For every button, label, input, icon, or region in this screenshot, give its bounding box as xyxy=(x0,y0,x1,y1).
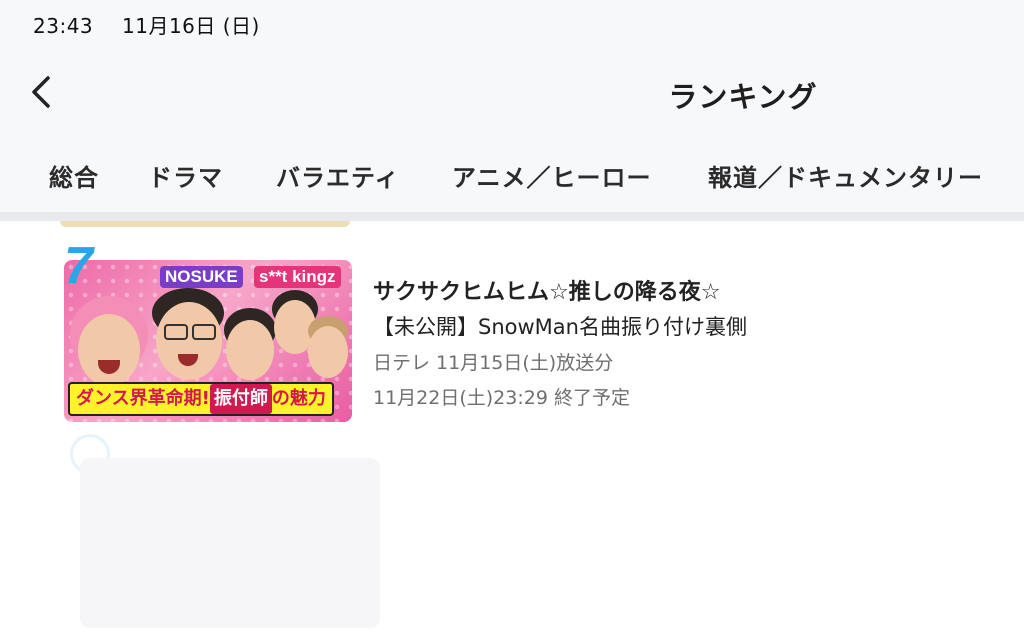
screen: 23:43 11月16日 (日) ランキング 総合 ドラマ バラエティ アニメ／… xyxy=(0,0,1024,637)
ranking-list-item[interactable]: NOSUKE s**t kingz ダンス界革命期! 振付師 の魅力 サクサクヒムヒ… xyxy=(0,240,1024,430)
program-thumbnail: NOSUKE s**t kingz ダンス界革命期! 振付師 の魅力 xyxy=(64,260,352,422)
episode-subtitle: 【未公開】SnowMan名曲振り付け裏側 xyxy=(373,315,747,339)
page-title: ランキング xyxy=(668,80,818,114)
status-time: 23:43 xyxy=(33,14,94,38)
streaming-end-info: 11月22日(土)23:29 終了予定 xyxy=(373,387,630,409)
category-tab-bar: 総合 ドラマ バラエティ アニメ／ヒーロー 報道／ドキュメンタリー xyxy=(0,150,1024,218)
tab-drama[interactable]: ドラマ xyxy=(148,158,223,193)
thumbnail-caption: ダンス界革命期! 振付師 の魅力 xyxy=(68,382,334,416)
back-button[interactable] xyxy=(22,70,62,114)
status-date: 11月16日 (日) xyxy=(122,14,260,38)
obscured-list-area xyxy=(20,430,1020,637)
broadcast-info: 日テレ 11月15日(土)放送分 xyxy=(373,352,614,374)
thumbnail-label-nosuke: NOSUKE xyxy=(160,266,243,288)
tab-anime-hero[interactable]: アニメ／ヒーロー xyxy=(452,158,652,193)
status-bar: 23:43 11月16日 (日) xyxy=(33,10,260,39)
thumbnail-label-kingz: s**t kingz xyxy=(254,266,341,288)
tab-general[interactable]: 総合 xyxy=(49,158,99,193)
tab-variety[interactable]: バラエティ xyxy=(276,158,400,193)
tab-divider xyxy=(0,212,1024,221)
rank-number: 7 xyxy=(64,237,93,295)
program-title: サクサクヒムヒム☆推しの降る夜☆ xyxy=(373,280,721,305)
previous-item-thumbnail-edge xyxy=(60,221,350,227)
tab-news-documentary[interactable]: 報道／ドキュメンタリー xyxy=(708,158,983,193)
chevron-left-icon xyxy=(32,76,50,108)
navigation-bar: ランキング xyxy=(0,60,1024,124)
